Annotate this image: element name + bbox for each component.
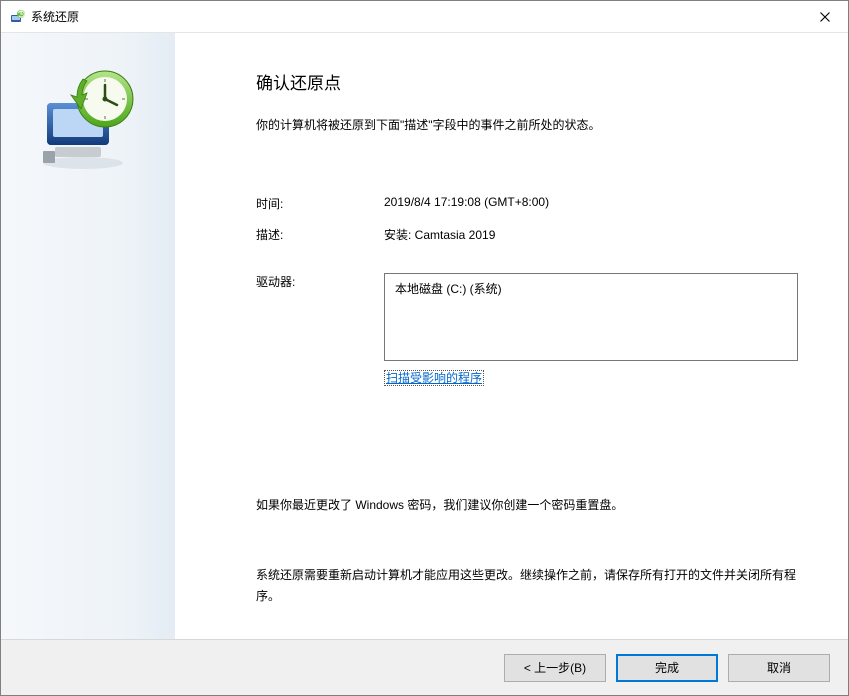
close-icon [820, 12, 830, 22]
close-button[interactable] [802, 1, 848, 32]
system-restore-window: 系统还原 [0, 0, 849, 696]
titlebar: 系统还原 [1, 1, 848, 33]
time-row: 时间: 2019/8/4 17:19:08 (GMT+8:00) [256, 195, 798, 212]
scan-affected-programs-link[interactable]: 扫描受影响的程序 [384, 370, 484, 386]
restart-note: 系统还原需要重新启动计算机才能应用这些更改。继续操作之前，请保存所有打开的文件并… [256, 565, 798, 606]
page-heading: 确认还原点 [256, 69, 798, 94]
drives-label: 驱动器: [256, 273, 384, 361]
description-row: 描述: 安装: Camtasia 2019 [256, 226, 798, 243]
wizard-sidebar [1, 33, 176, 639]
finish-button[interactable]: 完成 [616, 654, 718, 682]
time-value: 2019/8/4 17:19:08 (GMT+8:00) [384, 195, 798, 212]
drive-item[interactable]: 本地磁盘 (C:) (系统) [395, 280, 787, 297]
password-note: 如果你最近更改了 Windows 密码，我们建议你创建一个密码重置盘。 [256, 496, 798, 515]
drives-row: 驱动器: 本地磁盘 (C:) (系统) [256, 273, 798, 361]
time-label: 时间: [256, 195, 384, 212]
description-value: 安装: Camtasia 2019 [384, 226, 798, 243]
cancel-button[interactable]: 取消 [728, 654, 830, 682]
back-button[interactable]: < 上一步(B) [504, 654, 606, 682]
dialog-body: 确认还原点 你的计算机将被还原到下面"描述"字段中的事件之前所处的状态。 时间:… [1, 33, 848, 639]
description-label: 描述: [256, 226, 384, 243]
wizard-footer: < 上一步(B) 完成 取消 [1, 639, 848, 695]
window-title: 系统还原 [31, 8, 802, 25]
system-restore-large-icon [33, 63, 143, 173]
drives-listbox[interactable]: 本地磁盘 (C:) (系统) [384, 273, 798, 361]
intro-text: 你的计算机将被还原到下面"描述"字段中的事件之前所处的状态。 [256, 116, 798, 135]
system-restore-icon [9, 9, 25, 25]
scan-link-row: 扫描受影响的程序 [384, 369, 798, 386]
wizard-content: 确认还原点 你的计算机将被还原到下面"描述"字段中的事件之前所处的状态。 时间:… [176, 33, 848, 639]
